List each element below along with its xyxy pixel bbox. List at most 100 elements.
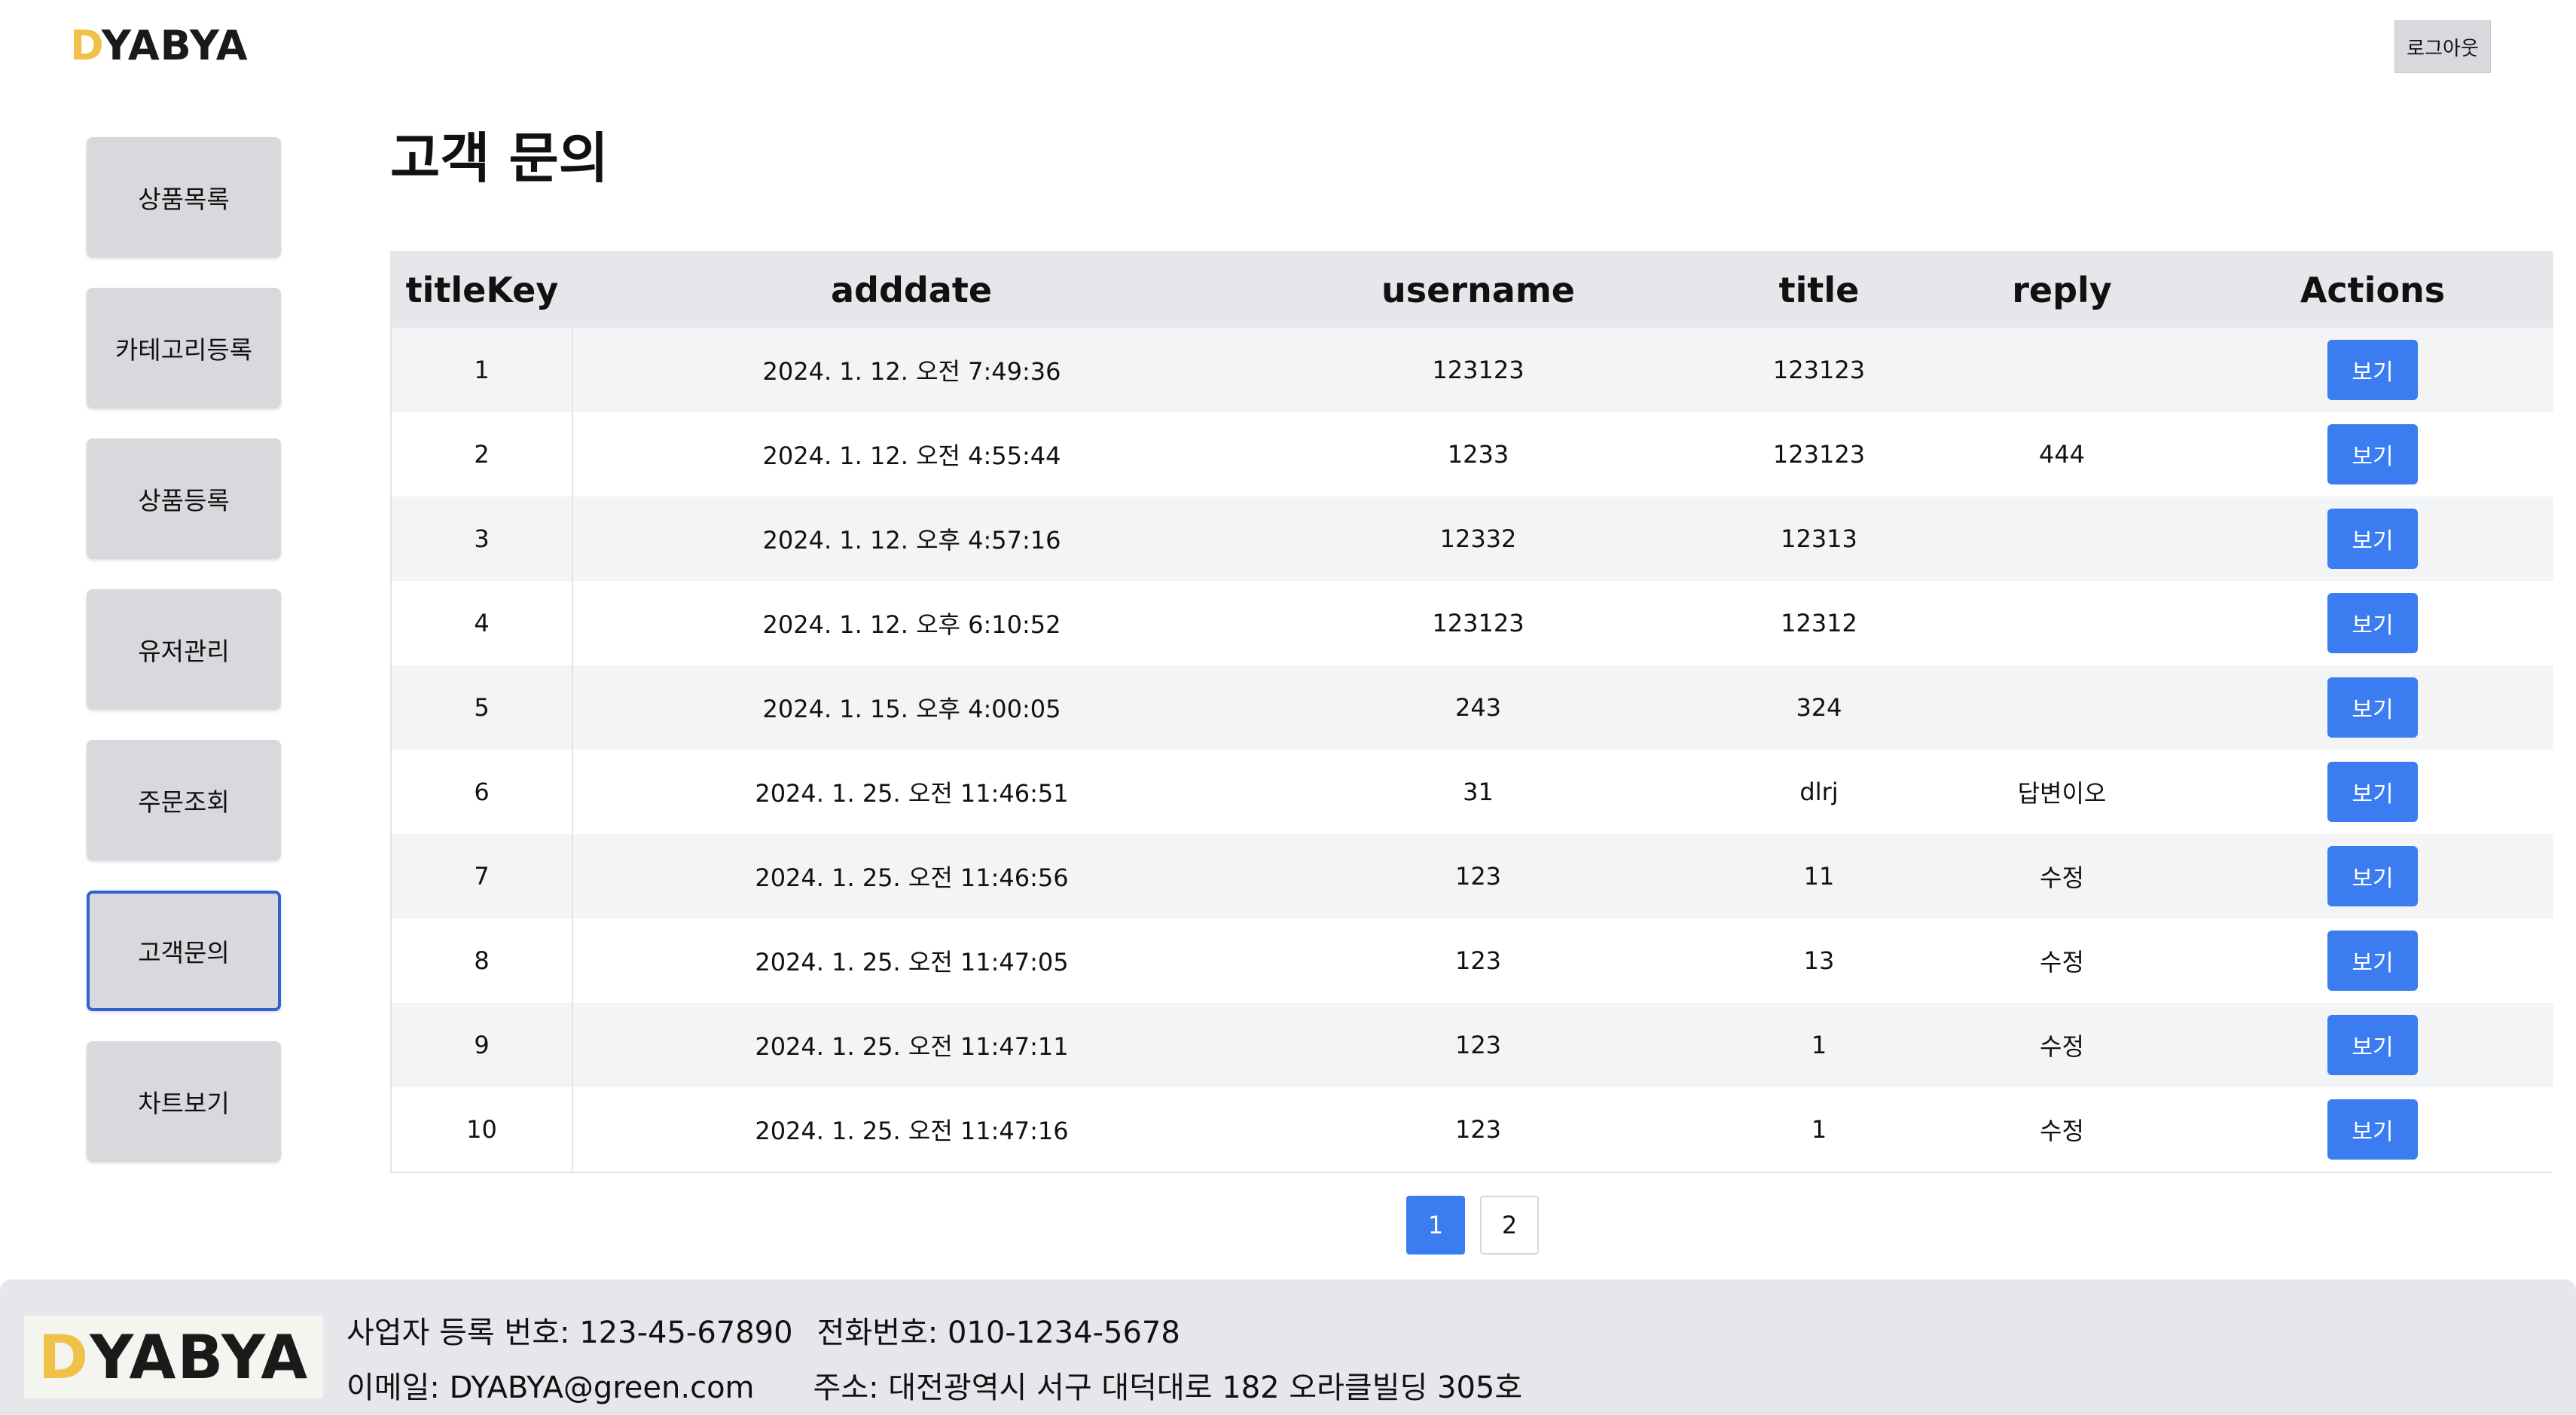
- cell-adddate: 2024. 1. 25. 오전 11:47:11: [755, 1032, 1069, 1061]
- cell-actions: 보기: [2192, 412, 2553, 497]
- cell-reply: [1932, 497, 2192, 581]
- column-header-titlekey: titleKey: [405, 270, 559, 310]
- cell-title: 123123: [1772, 440, 1866, 469]
- table-row: 3 2024. 1. 12. 오후 4:57:16 12332 12313 보기: [392, 497, 2553, 581]
- cell-username: 123: [1454, 1115, 1502, 1144]
- logo-letter-d: D: [70, 22, 102, 69]
- cell-actions: 보기: [2192, 918, 2553, 1003]
- view-button[interactable]: 보기: [2327, 509, 2418, 569]
- cell-title: dlrj: [1799, 778, 1839, 806]
- cell-title: 324: [1796, 693, 1842, 722]
- sidebar-item-category-register[interactable]: 카테고리등록: [87, 288, 281, 408]
- sidebar-item-product-list[interactable]: 상품목록: [87, 137, 281, 258]
- view-button[interactable]: 보기: [2327, 1099, 2418, 1160]
- cell-reply: [1932, 328, 2192, 412]
- cell-title: 1: [1811, 1115, 1827, 1144]
- column-header-adddate: adddate: [830, 270, 993, 310]
- logout-button[interactable]: 로그아웃: [2394, 20, 2491, 73]
- view-button[interactable]: 보기: [2327, 677, 2418, 738]
- cell-adddate: 2024. 1. 12. 오후 6:10:52: [762, 610, 1061, 639]
- sidebar-item-user-management[interactable]: 유저관리: [87, 589, 281, 710]
- table-header-row: titleKey adddate username title reply Ac…: [392, 252, 2553, 328]
- pagination: 1 2: [1406, 1196, 1539, 1255]
- sidebar-item-customer-inquiry[interactable]: 고객문의: [87, 891, 281, 1011]
- cell-titlekey: 8: [392, 918, 573, 1003]
- footer: D YABYA 사업자 등록 번호: 123-45-67890 전화번호: 010-…: [0, 1279, 2576, 1415]
- table-row: 6 2024. 1. 25. 오전 11:46:51 31 dlrj 답변이오 …: [392, 750, 2553, 834]
- cell-reply: 수정: [2040, 1032, 2084, 1061]
- table-body: 1 2024. 1. 12. 오전 7:49:36 123123 123123 …: [392, 328, 2553, 1172]
- footer-business-number: 사업자 등록 번호: 123-45-67890: [346, 1316, 793, 1350]
- page-title: 고객 문의: [390, 127, 609, 190]
- cell-actions: 보기: [2192, 834, 2553, 918]
- cell-actions: 보기: [2192, 1003, 2553, 1087]
- view-button[interactable]: 보기: [2327, 762, 2418, 822]
- cell-titlekey: 2: [392, 412, 573, 497]
- table-row: 10 2024. 1. 25. 오전 11:47:16 123 1 수정 보기: [392, 1087, 2553, 1172]
- cell-titlekey: 4: [392, 581, 573, 665]
- cell-username: 243: [1454, 693, 1502, 722]
- cell-titlekey: 5: [392, 665, 573, 750]
- column-header-reply: reply: [2012, 270, 2112, 310]
- cell-title: 123123: [1772, 356, 1866, 384]
- footer-logo: D YABYA: [24, 1316, 323, 1398]
- cell-adddate: 2024. 1. 15. 오후 4:00:05: [762, 695, 1061, 723]
- cell-adddate: 2024. 1. 25. 오전 11:46:56: [755, 863, 1069, 892]
- sidebar-item-product-register[interactable]: 상품등록: [87, 439, 281, 559]
- view-button[interactable]: 보기: [2327, 1015, 2418, 1075]
- view-button[interactable]: 보기: [2327, 593, 2418, 653]
- sidebar-item-order-lookup[interactable]: 주문조회: [87, 740, 281, 860]
- footer-info-line-1: 사업자 등록 번호: 123-45-67890 전화번호: 010-1234-56…: [346, 1308, 1180, 1352]
- cell-adddate: 2024. 1. 12. 오전 4:55:44: [762, 442, 1061, 470]
- logo-text: YABYA: [101, 22, 249, 69]
- cell-titlekey: 1: [392, 328, 573, 412]
- footer-logo-text: YABYA: [90, 1322, 310, 1392]
- inquiry-table: titleKey adddate username title reply Ac…: [390, 251, 2553, 1173]
- cell-title: 1: [1811, 1031, 1827, 1059]
- cell-username: 12332: [1439, 524, 1517, 553]
- cell-adddate: 2024. 1. 12. 오전 7:49:36: [762, 357, 1061, 386]
- sidebar-item-chart-view[interactable]: 차트보기: [87, 1041, 281, 1162]
- cell-actions: 보기: [2192, 750, 2553, 834]
- cell-username: 1233: [1447, 440, 1509, 469]
- cell-adddate: 2024. 1. 25. 오전 11:47:16: [755, 1117, 1069, 1145]
- page-button-2[interactable]: 2: [1480, 1196, 1539, 1255]
- cell-reply: [1932, 581, 2192, 665]
- column-header-title: title: [1778, 270, 1860, 310]
- cell-reply: 수정: [2040, 1117, 2084, 1145]
- cell-username: 123123: [1432, 609, 1525, 637]
- table-row: 5 2024. 1. 15. 오후 4:00:05 243 324 보기: [392, 665, 2553, 750]
- table-row: 4 2024. 1. 12. 오후 6:10:52 123123 12312 보…: [392, 581, 2553, 665]
- cell-title: 11: [1803, 862, 1835, 891]
- footer-email: 이메일: DYABYA@green.com: [346, 1371, 755, 1405]
- cell-titlekey: 9: [392, 1003, 573, 1087]
- view-button[interactable]: 보기: [2327, 931, 2418, 991]
- cell-actions: 보기: [2192, 328, 2553, 412]
- cell-titlekey: 10: [392, 1087, 573, 1172]
- table-row: 2 2024. 1. 12. 오전 4:55:44 1233 123123 44…: [392, 412, 2553, 497]
- cell-actions: 보기: [2192, 497, 2553, 581]
- footer-address: 주소: 대전광역시 서구 대덕대로 182 오라클빌딩 305호: [813, 1371, 1523, 1405]
- cell-reply: 답변이오: [2017, 779, 2107, 808]
- cell-adddate: 2024. 1. 12. 오후 4:57:16: [762, 526, 1061, 555]
- view-button[interactable]: 보기: [2327, 846, 2418, 906]
- column-header-username: username: [1381, 270, 1575, 310]
- table-row: 9 2024. 1. 25. 오전 11:47:11 123 1 수정 보기: [392, 1003, 2553, 1087]
- cell-adddate: 2024. 1. 25. 오전 11:47:05: [755, 948, 1069, 976]
- header-logo[interactable]: DYABYA: [70, 23, 249, 69]
- cell-username: 123: [1454, 862, 1502, 891]
- view-button[interactable]: 보기: [2327, 340, 2418, 400]
- cell-titlekey: 7: [392, 834, 573, 918]
- table-row: 7 2024. 1. 25. 오전 11:46:56 123 11 수정 보기: [392, 834, 2553, 918]
- table-row: 1 2024. 1. 12. 오전 7:49:36 123123 123123 …: [392, 328, 2553, 412]
- cell-titlekey: 3: [392, 497, 573, 581]
- cell-title: 12312: [1781, 609, 1857, 637]
- cell-actions: 보기: [2192, 1087, 2553, 1172]
- footer-phone: 전화번호: 010-1234-5678: [816, 1316, 1180, 1350]
- column-header-actions: Actions: [2300, 270, 2446, 310]
- cell-username: 123123: [1432, 356, 1525, 384]
- cell-actions: 보기: [2192, 665, 2553, 750]
- page-button-1[interactable]: 1: [1406, 1196, 1465, 1255]
- view-button[interactable]: 보기: [2327, 424, 2418, 484]
- cell-reply: 수정: [2040, 948, 2084, 976]
